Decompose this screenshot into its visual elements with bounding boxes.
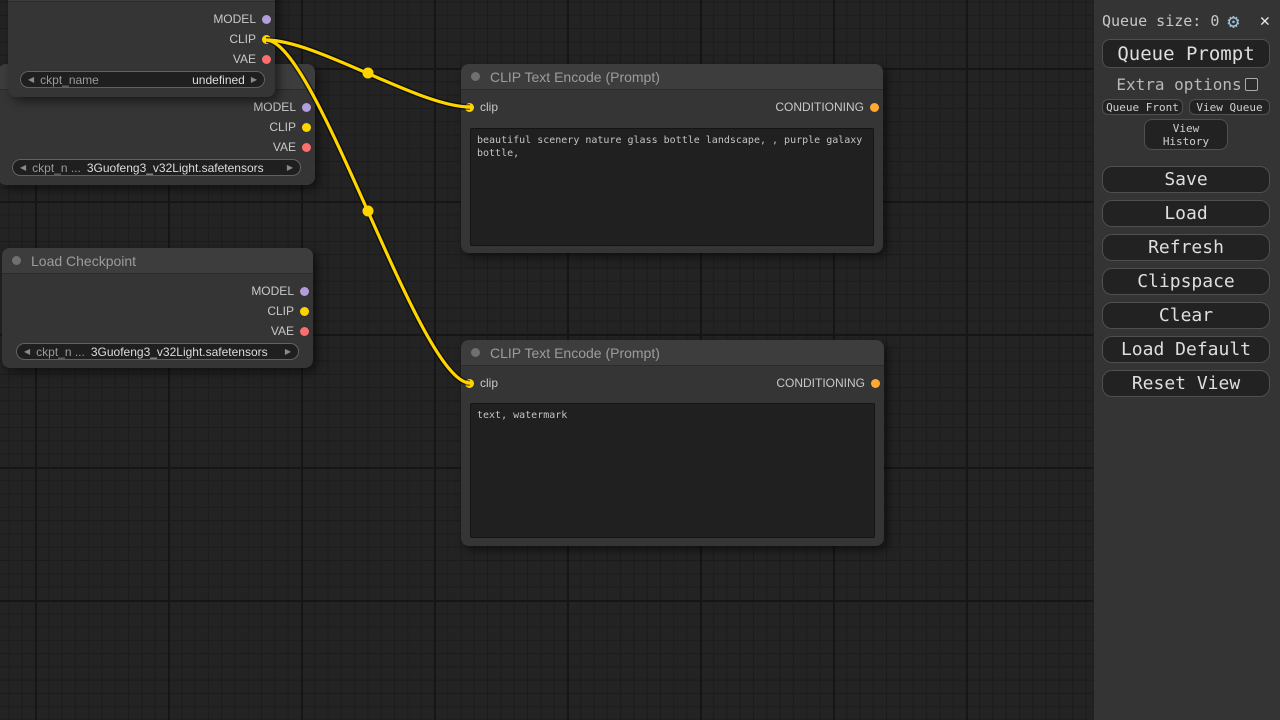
widget-value[interactable]: 3Guofeng3_v32Light.safetensors [87,161,264,175]
vae-port-dot[interactable] [302,143,311,152]
model-port-dot[interactable] [300,287,309,296]
clip-port-dot[interactable] [302,123,311,132]
input-label: clip [480,100,498,114]
node-title-bar[interactable]: CLIP Text Encode (Prompt) [461,340,884,366]
conditioning-output-dot[interactable] [870,103,879,112]
collapse-dot[interactable] [471,348,480,357]
node-checkpoint-loader-top[interactable]: MODEL CLIP VAE ◀ ckpt_name undefined ▶ [8,0,275,97]
node-clip-text-encode-negative[interactable]: CLIP Text Encode (Prompt) clip CONDITION… [461,340,884,546]
output-label: MODEL [251,284,294,298]
widget-right-arrow-icon[interactable]: ▶ [251,75,257,84]
load-button[interactable]: Load [1102,200,1270,227]
output-label: VAE [233,52,256,66]
clip-input-dot[interactable] [465,379,474,388]
widget-name: ckpt_name [40,73,99,87]
node-title: Load Checkpoint [31,253,136,269]
collapse-dot[interactable] [12,256,21,265]
save-button[interactable]: Save [1102,166,1270,193]
output-label: CLIP [269,120,296,134]
clear-button[interactable]: Clear [1102,302,1270,329]
load-default-button[interactable]: Load Default [1102,336,1270,363]
output-label: CONDITIONING [775,100,864,114]
output-slot-clip: CLIP [0,117,315,137]
queue-size-label: Queue size: 0 [1102,12,1219,30]
output-label: CLIP [267,304,294,318]
widget-left-arrow-icon[interactable]: ◀ [20,163,26,172]
vae-port-dot[interactable] [300,327,309,336]
view-history-label: View History [1158,122,1214,148]
extra-options-label: Extra options [1116,75,1241,94]
reset-view-button[interactable]: Reset View [1102,370,1270,397]
clipspace-button[interactable]: Clipspace [1102,268,1270,295]
output-slot-vae: VAE [8,49,275,69]
widget-value[interactable]: 3Guofeng3_v32Light.safetensors [91,345,268,359]
output-slot-model: MODEL [8,9,275,29]
widget-value[interactable]: undefined [192,73,245,87]
settings-gear-icon[interactable]: ⚙ [1227,11,1239,31]
refresh-button[interactable]: Refresh [1102,234,1270,261]
node-title: CLIP Text Encode (Prompt) [490,69,660,85]
conditioning-output-dot[interactable] [871,379,880,388]
ckpt-name-widget[interactable]: ◀ ckpt_name undefined ▶ [20,71,265,88]
node-title-bar[interactable]: Load Checkpoint [2,248,313,274]
output-label: VAE [271,324,294,338]
collapse-dot[interactable] [471,72,480,81]
node-title-bar[interactable]: CLIP Text Encode (Prompt) [461,64,883,90]
node-clip-text-encode-positive[interactable]: CLIP Text Encode (Prompt) clip CONDITION… [461,64,883,253]
widget-left-arrow-icon[interactable]: ◀ [24,347,30,356]
negative-prompt-textarea[interactable]: text, watermark [470,403,875,538]
output-slot-model: MODEL [0,97,315,117]
clip-port-dot[interactable] [300,307,309,316]
queue-prompt-button[interactable]: Queue Prompt [1102,39,1270,68]
model-port-dot[interactable] [262,15,271,24]
input-label: clip [480,376,498,390]
output-slot-clip: CLIP [8,29,275,49]
output-label: VAE [273,140,296,154]
node-title: CLIP Text Encode (Prompt) [490,345,660,361]
model-port-dot[interactable] [302,103,311,112]
widget-left-arrow-icon[interactable]: ◀ [28,75,34,84]
widget-right-arrow-icon[interactable]: ▶ [287,163,293,172]
widget-name: ckpt_n ... [36,345,85,359]
ckpt-name-widget[interactable]: ◀ ckpt_n ... 3Guofeng3_v32Light.safetens… [12,159,301,176]
queue-front-button[interactable]: Queue Front [1102,99,1183,115]
vae-port-dot[interactable] [262,55,271,64]
output-label: CLIP [229,32,256,46]
close-menu-icon[interactable]: ✕ [1260,11,1270,31]
link-midpoint-dot [363,206,374,217]
view-history-button[interactable]: View History [1144,119,1228,150]
clip-input-dot[interactable] [465,103,474,112]
link-midpoint-dot [363,68,374,79]
widget-right-arrow-icon[interactable]: ▶ [285,347,291,356]
output-slot-clip: CLIP [2,301,313,321]
output-slot-vae: VAE [2,321,313,341]
node-load-checkpoint[interactable]: Load Checkpoint MODEL CLIP VAE ◀ ckpt_n … [2,248,313,368]
output-slot-model: MODEL [2,281,313,301]
clip-port-dot[interactable] [262,35,271,44]
widget-name: ckpt_n ... [32,161,81,175]
comfy-menu-panel: Queue size: 0 ⚙ ✕ Queue Prompt Extra opt… [1093,0,1280,720]
output-label: MODEL [253,100,296,114]
output-slot-vae: VAE [0,137,315,157]
output-label: MODEL [213,12,256,26]
extra-options-checkbox[interactable] [1245,78,1258,91]
ckpt-name-widget[interactable]: ◀ ckpt_n ... 3Guofeng3_v32Light.safetens… [16,343,299,360]
node-graph-canvas[interactable]: MODEL CLIP VAE ◀ ckpt_n ... 3Guofeng3_v3… [0,0,1093,720]
menu-action-buttons: Save Load Refresh Clipspace Clear Load D… [1102,166,1270,397]
output-label: CONDITIONING [776,376,865,390]
positive-prompt-textarea[interactable]: beautiful scenery nature glass bottle la… [470,128,874,246]
view-queue-button[interactable]: View Queue [1189,99,1270,115]
